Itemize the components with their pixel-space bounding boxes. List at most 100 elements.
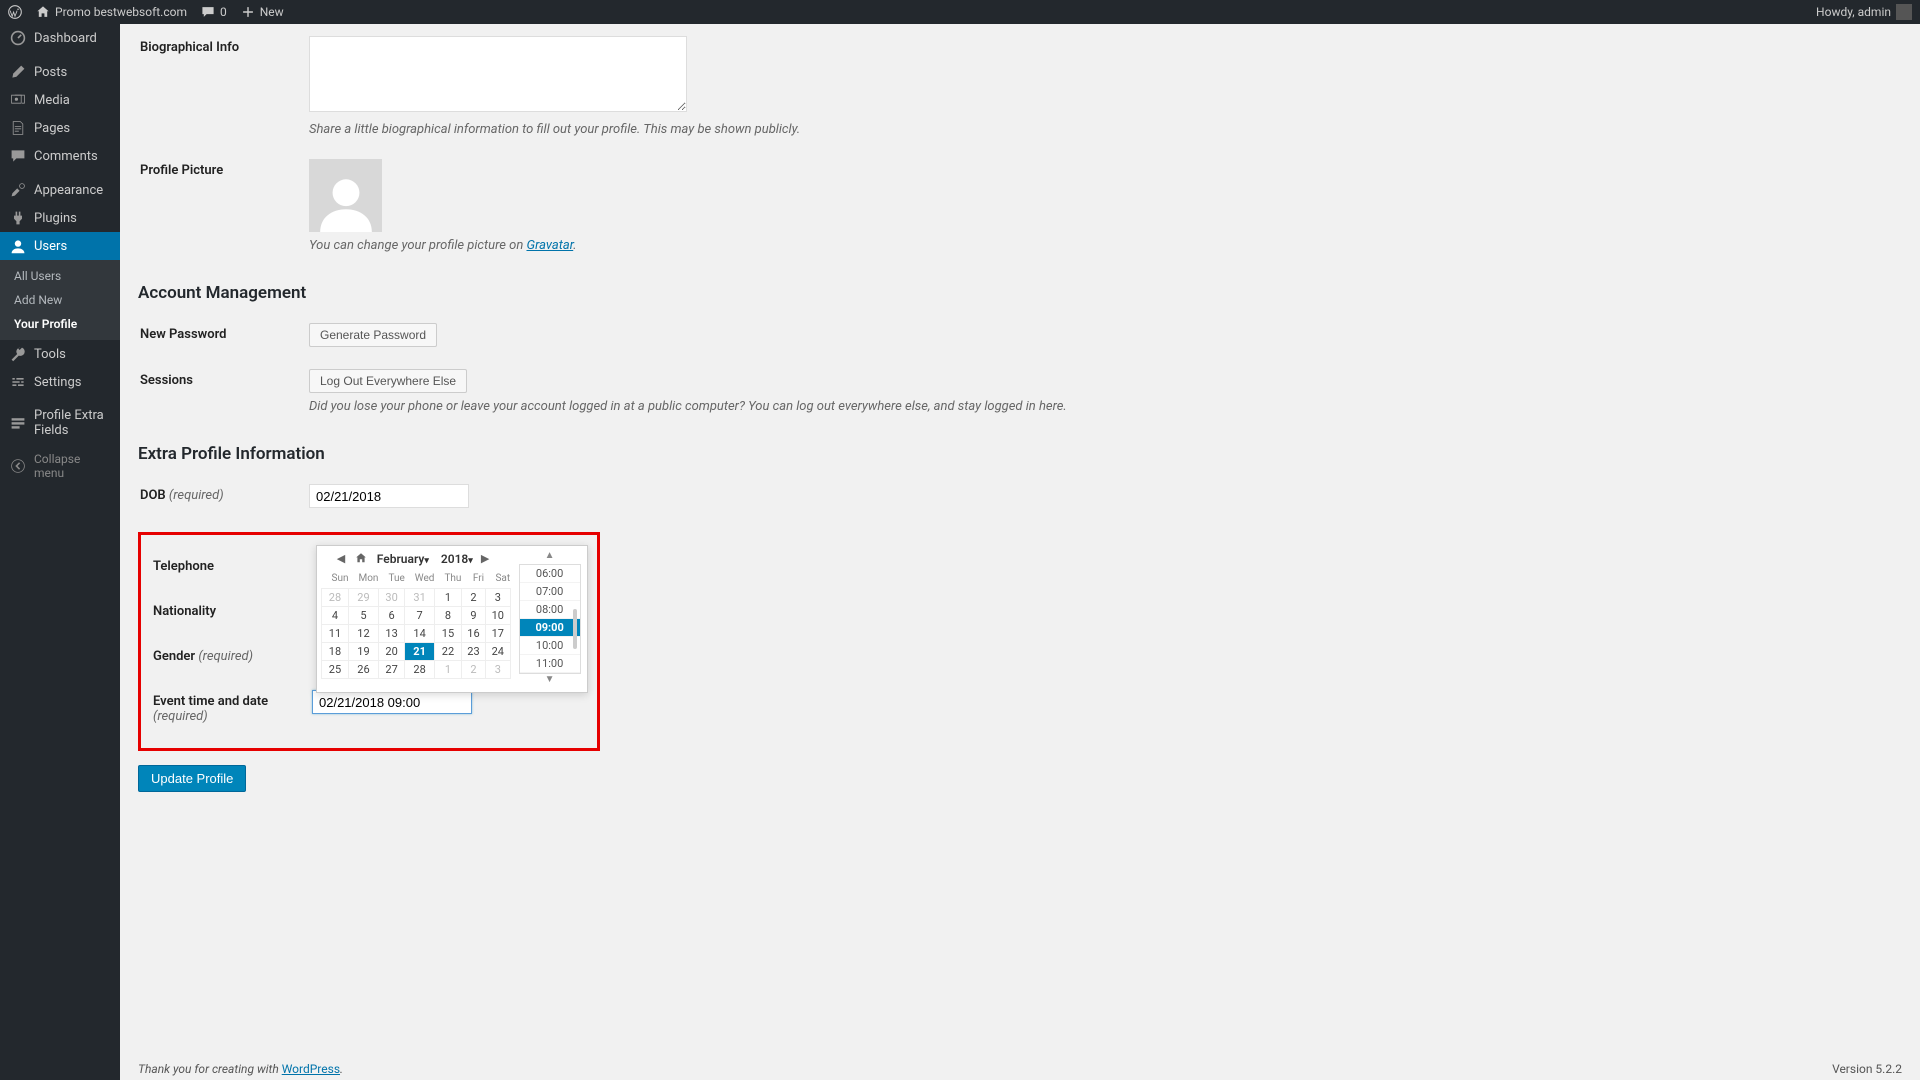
- site-name[interactable]: Promo bestwebsoft.com: [36, 5, 187, 19]
- menu-settings[interactable]: Settings: [0, 368, 120, 396]
- dow-header: Sat: [485, 570, 510, 588]
- time-option[interactable]: 10:00: [520, 637, 580, 655]
- profile-form: Biographical Info Share a little biograp…: [138, 24, 1902, 265]
- nationality-label: Nationality: [143, 590, 310, 633]
- calendar-day[interactable]: 1: [434, 660, 461, 678]
- users-submenu: All Users Add New Your Profile: [0, 260, 120, 340]
- dob-label: DOB (required): [140, 474, 307, 518]
- calendar-day[interactable]: 30: [378, 588, 404, 606]
- calendar-day[interactable]: 12: [348, 624, 378, 642]
- avatar-icon: [1896, 4, 1912, 20]
- calendar-day[interactable]: 7: [405, 606, 435, 624]
- time-option[interactable]: 11:00: [520, 655, 580, 673]
- calendar-day[interactable]: 26: [348, 660, 378, 678]
- calendar-day[interactable]: 8: [434, 606, 461, 624]
- comments-count[interactable]: 0: [201, 5, 227, 19]
- calendar-day[interactable]: 3: [485, 660, 510, 678]
- gravatar-link[interactable]: Gravatar: [526, 238, 573, 253]
- calendar-day[interactable]: 21: [405, 642, 435, 660]
- calendar-day[interactable]: 6: [378, 606, 404, 624]
- prev-month-icon[interactable]: ◀: [337, 552, 351, 566]
- menu-comments[interactable]: Comments: [0, 142, 120, 170]
- update-profile-button[interactable]: Update Profile: [138, 765, 246, 792]
- calendar-day[interactable]: 27: [378, 660, 404, 678]
- calendar-day[interactable]: 2: [461, 660, 485, 678]
- calendar-day[interactable]: 29: [348, 588, 378, 606]
- calendar-day[interactable]: 20: [378, 642, 404, 660]
- menu-posts[interactable]: Posts: [0, 58, 120, 86]
- time-up-icon[interactable]: ▲: [545, 550, 555, 564]
- calendar-day[interactable]: 28: [405, 660, 435, 678]
- logout-everywhere-button[interactable]: Log Out Everywhere Else: [309, 369, 467, 393]
- menu-appearance[interactable]: Appearance: [0, 176, 120, 204]
- bio-description: Share a little biographical information …: [309, 122, 1900, 137]
- calendar-day[interactable]: 19: [348, 642, 378, 660]
- my-account[interactable]: Howdy, admin: [1816, 4, 1912, 20]
- menu-tools[interactable]: Tools: [0, 340, 120, 368]
- calendar-day[interactable]: 17: [485, 624, 510, 642]
- bio-label: Biographical Info: [140, 26, 307, 147]
- calendar-day[interactable]: 11: [322, 624, 349, 642]
- sessions-description: Did you lose your phone or leave your ac…: [309, 399, 1900, 414]
- dow-header: Fri: [461, 570, 485, 588]
- calendar-day[interactable]: 18: [322, 642, 349, 660]
- calendar-grid: SunMonTueWedThuFriSat 282930311234567891…: [321, 570, 511, 679]
- calendar-day[interactable]: 4: [322, 606, 349, 624]
- calendar-day[interactable]: 22: [434, 642, 461, 660]
- dow-header: Wed: [405, 570, 435, 588]
- new-content[interactable]: New: [241, 5, 284, 19]
- extra-profile-heading: Extra Profile Information: [138, 444, 1902, 464]
- calendar-day[interactable]: 28: [322, 588, 349, 606]
- calendar-day[interactable]: 14: [405, 624, 435, 642]
- submenu-add-new[interactable]: Add New: [0, 288, 120, 312]
- calendar-day[interactable]: 15: [434, 624, 461, 642]
- datetime-picker: ◀ February▾ 2018▾ ▶ SunMonTueWedThuFriSa…: [316, 545, 588, 693]
- time-option[interactable]: 06:00: [520, 565, 580, 583]
- calendar-day[interactable]: 25: [322, 660, 349, 678]
- calendar-day[interactable]: 2: [461, 588, 485, 606]
- menu-pages[interactable]: Pages: [0, 114, 120, 142]
- menu-media[interactable]: Media: [0, 86, 120, 114]
- calendar-day[interactable]: 3: [485, 588, 510, 606]
- dow-header: Thu: [434, 570, 461, 588]
- calendar-day[interactable]: 23: [461, 642, 485, 660]
- submenu-all-users[interactable]: All Users: [0, 264, 120, 288]
- time-option[interactable]: 07:00: [520, 583, 580, 601]
- calendar-day[interactable]: 24: [485, 642, 510, 660]
- next-month-icon[interactable]: ▶: [481, 552, 495, 566]
- time-down-icon[interactable]: ▼: [545, 674, 555, 688]
- bio-textarea[interactable]: [309, 36, 687, 112]
- picture-label: Profile Picture: [140, 149, 307, 263]
- menu-dashboard[interactable]: Dashboard: [0, 24, 120, 52]
- calendar-day[interactable]: 10: [485, 606, 510, 624]
- footer: Thank you for creating with WordPress. V…: [138, 1062, 1902, 1076]
- month-label[interactable]: February▾: [377, 552, 429, 566]
- year-label[interactable]: 2018▾: [441, 552, 473, 566]
- event-datetime-input[interactable]: [312, 690, 472, 714]
- time-picker: ▲ 06:0007:0008:0009:0010:0011:00 ▼: [517, 550, 583, 688]
- calendar-day[interactable]: 1: [434, 588, 461, 606]
- highlighted-section: Telephone Nationality Gender (required) …: [138, 532, 600, 751]
- version-text: Version 5.2.2: [1832, 1062, 1902, 1076]
- calendar-day[interactable]: 13: [378, 624, 404, 642]
- submenu-your-profile[interactable]: Your Profile: [0, 312, 120, 336]
- telephone-label: Telephone: [143, 545, 310, 588]
- content-area: Biographical Info Share a little biograp…: [120, 24, 1920, 1080]
- wp-logo[interactable]: [8, 5, 22, 19]
- home-icon[interactable]: [355, 552, 369, 566]
- time-option[interactable]: 09:00: [520, 619, 580, 637]
- wordpress-link[interactable]: WordPress: [282, 1062, 340, 1076]
- time-scrollbar[interactable]: [573, 609, 577, 649]
- dob-input[interactable]: [309, 484, 469, 508]
- menu-users[interactable]: Users: [0, 232, 120, 260]
- calendar-day[interactable]: 9: [461, 606, 485, 624]
- collapse-menu[interactable]: Collapse menu: [0, 444, 120, 488]
- menu-profile-extra-fields[interactable]: Profile Extra Fields: [0, 402, 120, 444]
- time-option[interactable]: 08:00: [520, 601, 580, 619]
- calendar-day[interactable]: 16: [461, 624, 485, 642]
- event-label: Event time and date (required): [143, 680, 310, 738]
- calendar-day[interactable]: 31: [405, 588, 435, 606]
- generate-password-button[interactable]: Generate Password: [309, 323, 437, 347]
- menu-plugins[interactable]: Plugins: [0, 204, 120, 232]
- calendar-day[interactable]: 5: [348, 606, 378, 624]
